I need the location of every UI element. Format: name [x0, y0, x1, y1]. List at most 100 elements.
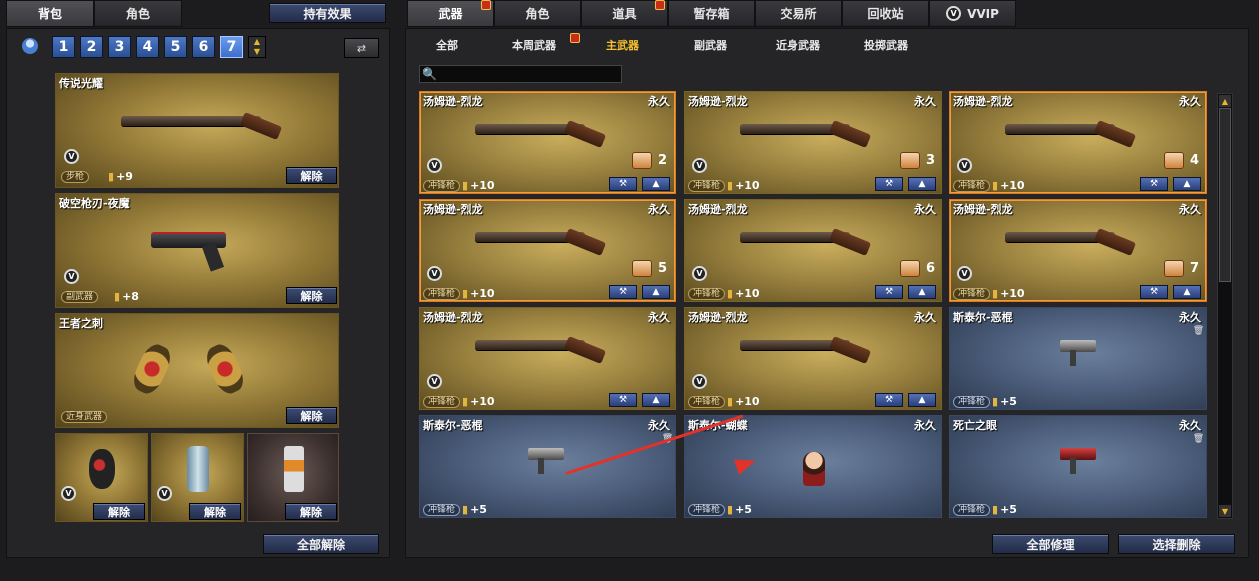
search-icon[interactable]: 🔍	[422, 67, 437, 81]
page-5-button[interactable]: 5	[164, 36, 187, 58]
card-duration: 永久	[1179, 419, 1201, 432]
weapon-card[interactable]: 汤姆逊-烈龙 永久 V 冲锋枪 ▮ +10 ⚒ ▲	[684, 307, 942, 410]
equip-slot-smoke[interactable]: 解除	[247, 433, 339, 522]
chevron-up-icon[interactable]: ▲	[254, 37, 260, 47]
page-1-button[interactable]: 1	[52, 36, 75, 58]
equip-slot-melee[interactable]: 王者之刺 近身武器 解除	[55, 313, 339, 428]
tab-items[interactable]: 道具	[581, 0, 668, 27]
subtab-melee[interactable]: 近身武器	[776, 37, 820, 53]
repair-button[interactable]: ⚒	[609, 177, 637, 191]
release-button[interactable]: 解除	[286, 407, 337, 424]
release-button[interactable]: 解除	[286, 287, 337, 304]
bullet-icon: ▮	[114, 290, 121, 303]
switch-character-button[interactable]: ⇄	[344, 38, 379, 58]
scroll-up-icon[interactable]: ▲	[1219, 95, 1231, 107]
category-badge: 步枪	[61, 171, 90, 183]
ammo-count: ▮ +5	[727, 503, 752, 516]
repair-button[interactable]: ⚒	[609, 285, 637, 299]
weapon-card[interactable]: 斯泰尔-恶棍 永久 🗑 冲锋枪 ▮+5	[949, 307, 1207, 410]
weapon-card[interactable]: 汤姆逊-烈龙 永久 V 3 冲锋枪 ▮ +10 ⚒ ▲	[684, 91, 942, 194]
equip-slot-flash[interactable]: V 解除	[151, 433, 244, 522]
weapon-card[interactable]: 汤姆逊-烈龙 永久 V 冲锋枪 ▮ +10 ⚒ ▲	[419, 307, 676, 410]
release-button[interactable]: 解除	[93, 503, 145, 520]
page-3-button[interactable]: 3	[108, 36, 131, 58]
category-badge: 冲锋枪	[423, 180, 461, 192]
card-name: 斯泰尔-恶棍	[423, 419, 483, 432]
page-6-button[interactable]: 6	[192, 36, 215, 58]
page-4-button[interactable]: 4	[136, 36, 159, 58]
vip-badge-icon: V	[957, 266, 972, 281]
weapon-card[interactable]: 汤姆逊-烈龙 永久 V 5 冲锋枪 ▮ +10 ⚒ ▲	[419, 199, 676, 302]
weapon-card[interactable]: 斯泰尔-恶棍 永久 🗑 冲锋枪 ▮+5	[419, 415, 676, 518]
card-name: 汤姆逊-烈龙	[423, 311, 483, 324]
upgrade-button[interactable]: ▲	[1173, 177, 1201, 191]
page-7-button[interactable]: 7	[220, 36, 243, 58]
bullet-icon: ▮	[462, 179, 469, 192]
bullet-icon: ▮	[992, 503, 999, 516]
upgrade-button[interactable]: ▲	[1173, 285, 1201, 299]
tab-exchange[interactable]: 交易所	[755, 0, 842, 27]
chevron-down-icon[interactable]: ▼	[254, 47, 260, 57]
trash-icon[interactable]: 🗑	[1193, 325, 1204, 336]
grenade-image	[89, 449, 115, 489]
subtab-secondary[interactable]: 副武器	[694, 37, 727, 53]
category-badge: 冲锋枪	[953, 180, 991, 192]
release-button[interactable]: 解除	[285, 503, 337, 520]
arrow-up-icon: ▲	[1183, 179, 1191, 189]
scrollbar[interactable]: ▲ ▼	[1217, 93, 1233, 519]
search-input[interactable]	[440, 66, 620, 82]
weapon-card[interactable]: 汤姆逊-烈龙 永久 V 7 冲锋枪 ▮ +10 ⚒ ▲	[949, 199, 1207, 302]
stack-count: 7	[1164, 260, 1199, 277]
equip-slot-secondary[interactable]: 破空枪刃-夜魔 V 副武器 ▮ +8 解除	[55, 193, 339, 308]
tab-characters[interactable]: 角色	[494, 0, 581, 27]
weapon-card[interactable]: 汤姆逊-烈龙 永久 V 4 冲锋枪 ▮ +10 ⚒ ▲	[949, 91, 1207, 194]
character-card[interactable]: 斯泰尔-蝴蝶 永久 冲锋枪 ▮+5	[684, 415, 942, 518]
repair-button[interactable]: ⚒	[875, 285, 903, 299]
repair-button[interactable]: ⚒	[609, 393, 637, 407]
page-2-button[interactable]: 2	[80, 36, 103, 58]
category-badge: 冲锋枪	[688, 288, 726, 300]
tab-backpack[interactable]: 背包	[6, 0, 94, 27]
ammo-value: +8	[122, 290, 139, 303]
equip-slot-rifle[interactable]: 传说光耀 V 步枪 ▮ +9 解除	[55, 73, 339, 188]
select-delete-button[interactable]: 选择删除	[1118, 534, 1235, 554]
upgrade-button[interactable]: ▲	[908, 177, 936, 191]
repair-button[interactable]: ⚒	[875, 393, 903, 407]
upgrade-button[interactable]: ▲	[642, 393, 670, 407]
upgrade-button[interactable]: ▲	[642, 177, 670, 191]
ammo-count: ▮ +9	[108, 170, 133, 183]
ammo-value: +10	[1000, 179, 1025, 192]
equip-slot-grenade[interactable]: V 解除	[55, 433, 148, 522]
ammo-value: +10	[470, 395, 495, 408]
scroll-thumb[interactable]	[1219, 108, 1231, 282]
scroll-down-icon[interactable]: ▼	[1219, 505, 1231, 517]
weapon-card[interactable]: 汤姆逊-烈龙 永久 V 6 冲锋枪 ▮ +10 ⚒ ▲	[684, 199, 942, 302]
tab-vvip[interactable]: V VVIP	[929, 0, 1016, 27]
page-stepper[interactable]: ▲ ▼	[248, 36, 266, 58]
tab-weapons[interactable]: 武器	[407, 0, 494, 27]
trash-icon[interactable]: 🗑	[1193, 433, 1204, 444]
category-badge: 冲锋枪	[953, 504, 991, 516]
subtab-weekly[interactable]: 本周武器	[512, 37, 556, 53]
repair-all-button[interactable]: 全部修理	[992, 534, 1109, 554]
repair-button[interactable]: ⚒	[1140, 177, 1168, 191]
ammo-count: ▮ +8	[114, 290, 139, 303]
repair-button[interactable]: ⚒	[875, 177, 903, 191]
hold-effect-button[interactable]: 持有效果	[269, 3, 386, 23]
release-all-button[interactable]: 全部解除	[263, 534, 379, 554]
subtab-primary[interactable]: 主武器	[606, 37, 639, 53]
subtab-throwable[interactable]: 投掷武器	[864, 37, 908, 53]
weapon-card[interactable]: 死亡之眼 永久 🗑 冲锋枪 ▮ +5	[949, 415, 1207, 518]
release-button[interactable]: 解除	[189, 503, 241, 520]
upgrade-button[interactable]: ▲	[908, 393, 936, 407]
weapon-card[interactable]: 汤姆逊-烈龙 永久 V 2 冲锋枪 ▮ +10 ⚒ ▲	[419, 91, 676, 194]
subtab-all[interactable]: 全部	[436, 37, 458, 53]
upgrade-button[interactable]: ▲	[908, 285, 936, 299]
tab-storage[interactable]: 暂存箱	[668, 0, 755, 27]
tab-character[interactable]: 角色	[94, 0, 182, 27]
upgrade-button[interactable]: ▲	[642, 285, 670, 299]
tab-recycle-bin[interactable]: 回收站	[842, 0, 929, 27]
vip-badge-icon: V	[157, 486, 172, 501]
repair-button[interactable]: ⚒	[1140, 285, 1168, 299]
release-button[interactable]: 解除	[286, 167, 337, 184]
